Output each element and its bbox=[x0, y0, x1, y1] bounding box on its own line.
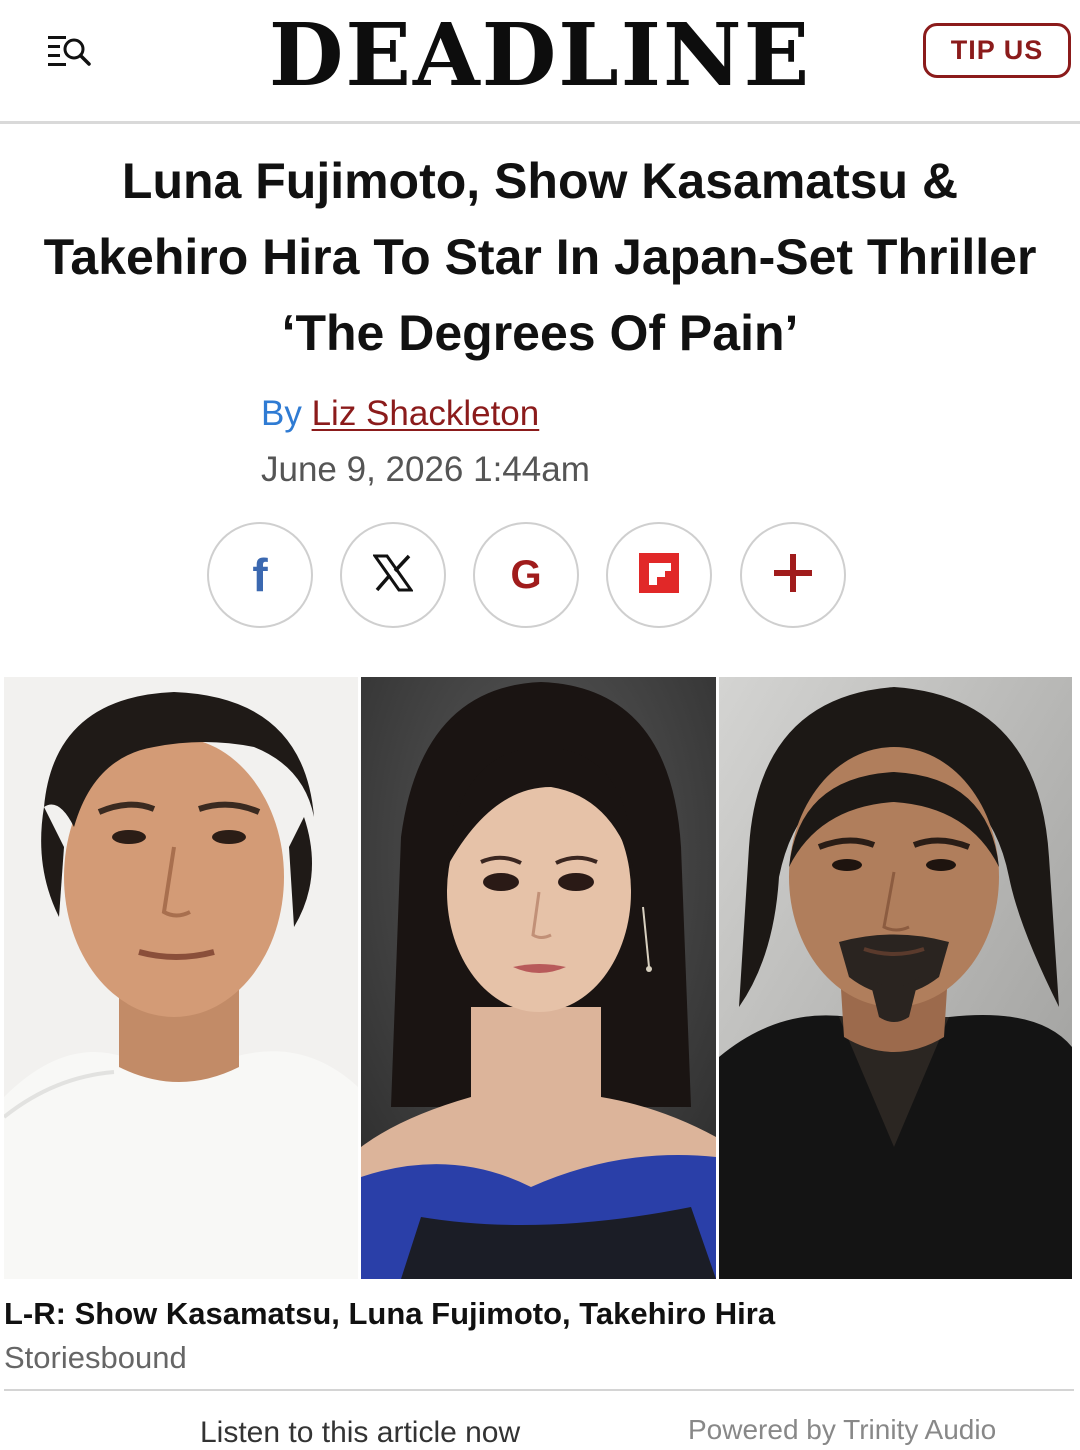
author-link[interactable]: Liz Shackleton bbox=[312, 394, 540, 433]
photo-panel-show-kasamatsu bbox=[4, 677, 358, 1279]
photo-panel-luna-fujimoto bbox=[361, 677, 716, 1279]
site-header: DEADLINE TIP US bbox=[0, 0, 1080, 124]
photo-panel-takehiro-hira bbox=[719, 677, 1072, 1279]
powered-by-label: Powered by Trinity Audio bbox=[688, 1414, 997, 1445]
share-x-button[interactable] bbox=[340, 522, 446, 628]
article-headline: Luna Fujimoto, Show Kasamatsu & Takehiro… bbox=[43, 153, 1037, 361]
byline: By Liz Shackleton bbox=[261, 392, 539, 436]
google-icon: G bbox=[510, 553, 542, 597]
section-divider bbox=[4, 1389, 1074, 1391]
listen-article-button[interactable]: Listen to this article now bbox=[200, 1416, 520, 1450]
article-photo bbox=[4, 677, 1072, 1279]
byline-prefix: By bbox=[261, 394, 302, 433]
x-icon bbox=[372, 554, 414, 597]
photo-credit: Storiesbound bbox=[4, 1340, 187, 1375]
facebook-icon: f bbox=[252, 549, 268, 601]
site-logo[interactable]: DEADLINE bbox=[0, 6, 1080, 106]
plus-icon bbox=[772, 552, 814, 599]
photo-caption: L-R: Show Kasamatsu, Luna Fujimoto, Take… bbox=[4, 1296, 776, 1331]
share-flipboard-button[interactable] bbox=[606, 522, 712, 628]
share-google-button[interactable]: G bbox=[473, 522, 579, 628]
share-facebook-button[interactable]: f bbox=[207, 522, 313, 628]
flipboard-icon bbox=[639, 552, 679, 598]
share-more-button[interactable] bbox=[740, 522, 846, 628]
publish-date: June 9, 2026 1:44am bbox=[261, 450, 590, 489]
tip-us-button[interactable]: TIP US bbox=[923, 23, 1071, 78]
